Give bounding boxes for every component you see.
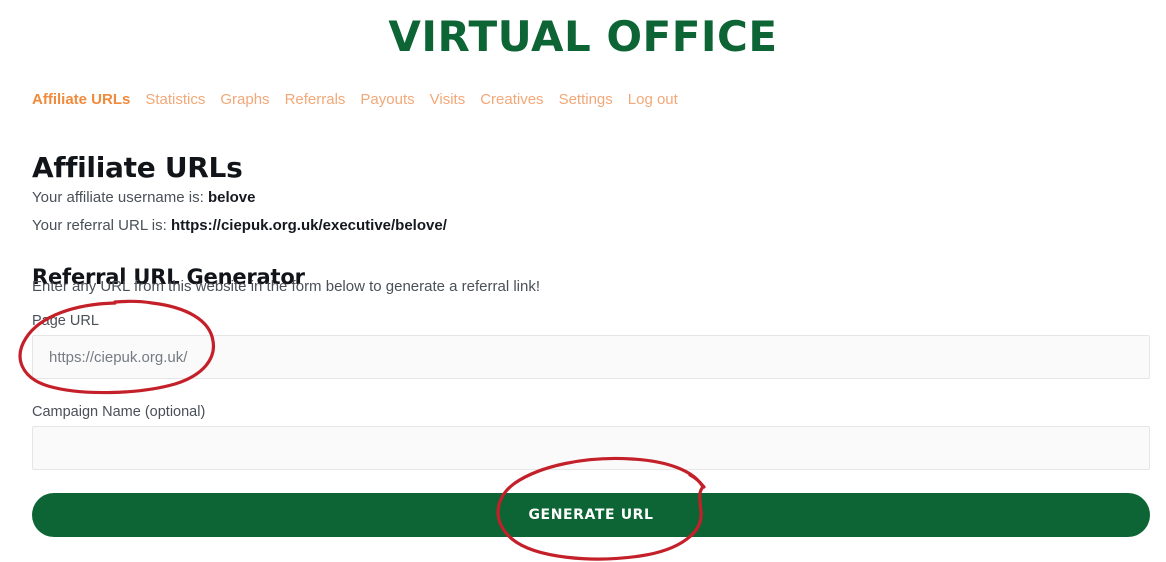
campaign-name-label: Campaign Name (optional) [32, 404, 206, 420]
page-url-label: Page URL [32, 313, 99, 329]
nav-item-creatives[interactable]: Creatives [480, 90, 543, 110]
nav-item-visits[interactable]: Visits [430, 90, 466, 110]
page-title: Affiliate URLs [32, 150, 243, 184]
generate-url-circle-tail-annotation [688, 473, 706, 489]
affiliate-username-label: Your affiliate username is: [32, 189, 208, 206]
campaign-name-input[interactable] [32, 426, 1150, 470]
referral-url-line: Your referral URL is: https://ciepuk.org… [32, 216, 447, 236]
generator-section-description: Enter any URL from this website in the f… [32, 278, 541, 295]
affiliate-urls-page: VIRTUAL OFFICE Affiliate URLs Statistics… [0, 0, 1166, 562]
affiliate-username-line: Your affiliate username is: belove [32, 188, 255, 208]
nav-item-settings[interactable]: Settings [559, 90, 613, 110]
page-url-input[interactable] [32, 335, 1150, 379]
nav-item-referrals[interactable]: Referrals [285, 90, 346, 110]
nav-item-affiliate-urls[interactable]: Affiliate URLs [32, 90, 130, 110]
affiliate-username-value: belove [207, 189, 256, 206]
referral-url-value: https://ciepuk.org.uk/executive/belove/ [170, 217, 447, 234]
nav-item-statistics[interactable]: Statistics [145, 90, 205, 110]
nav-item-log-out[interactable]: Log out [628, 90, 678, 110]
site-title: VIRTUAL OFFICE [388, 12, 778, 61]
nav-item-graphs[interactable]: Graphs [220, 90, 269, 110]
main-navigation: Affiliate URLs Statistics Graphs Referra… [32, 90, 693, 110]
generate-url-button[interactable]: Generate URL [32, 493, 1150, 537]
referral-url-label: Your referral URL is: [32, 217, 171, 234]
nav-item-payouts[interactable]: Payouts [360, 90, 414, 110]
